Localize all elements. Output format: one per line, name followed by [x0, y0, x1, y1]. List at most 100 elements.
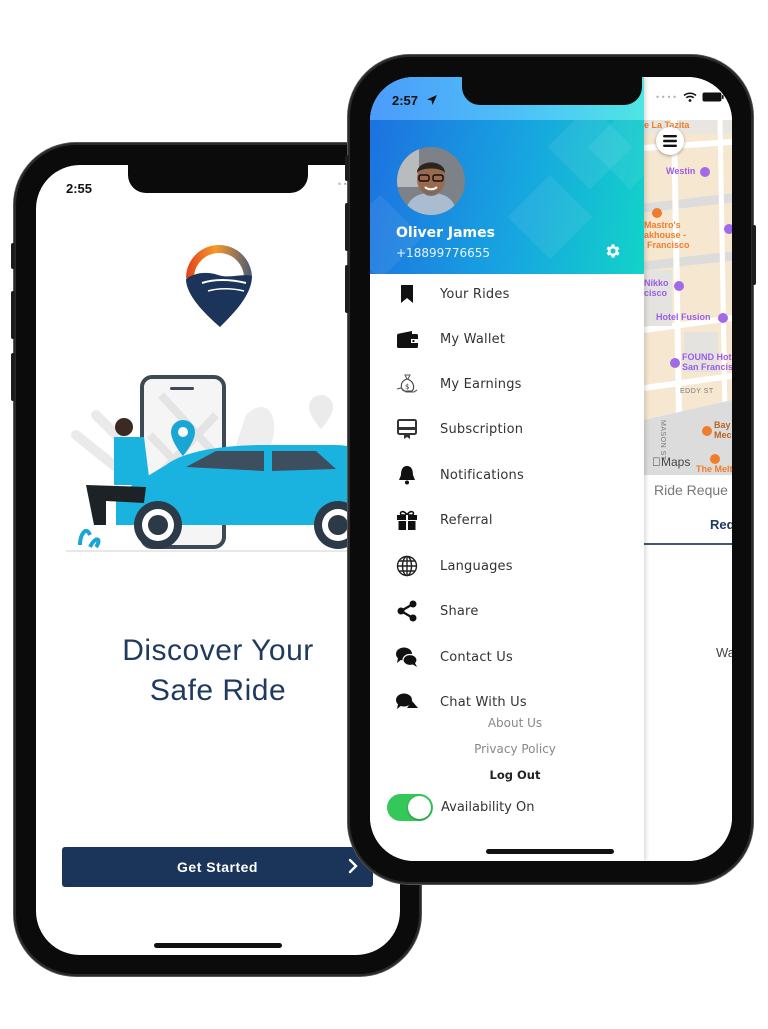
hamburger-icon	[663, 135, 677, 147]
tab-requests[interactable]: Req	[710, 517, 732, 532]
apple-icon: 	[652, 455, 661, 469]
wallet-icon	[395, 327, 419, 351]
about-us-link[interactable]: About Us	[378, 716, 652, 730]
availability-row: Availability On	[387, 794, 534, 821]
headline-line-1: Discover Your	[122, 634, 314, 667]
map-label: Mastro's	[644, 220, 681, 230]
get-started-label: Get Started	[177, 859, 258, 875]
map-label: San Francis	[682, 362, 732, 372]
share-icon	[395, 599, 419, 623]
privacy-policy-link[interactable]: Privacy Policy	[378, 742, 652, 756]
street-label: EDDY ST	[680, 388, 714, 395]
wifi-icon	[683, 92, 697, 102]
tab-indicator	[644, 543, 732, 545]
header-pattern	[507, 174, 593, 260]
map-view[interactable]: •••• e La Tazita Westin Mastro's akhouse…	[644, 77, 732, 861]
map-label: akhouse -	[644, 230, 687, 240]
headline-line-2: Safe Ride	[149, 674, 287, 707]
map-label: Bay	[714, 420, 731, 430]
home-indicator	[154, 943, 282, 948]
volume-down-button	[11, 353, 15, 401]
signal-icon: ••••	[655, 92, 678, 102]
power-button	[752, 225, 756, 285]
driver-screen: •••• e La Tazita Westin Mastro's akhouse…	[370, 77, 732, 861]
mute-switch	[345, 155, 349, 181]
map-label: cisco	[644, 288, 668, 298]
menu-item-languages[interactable]: Languages	[370, 546, 644, 586]
menu-item-label: Share	[440, 603, 479, 619]
hotel-pin-icon[interactable]	[700, 167, 710, 177]
menu-item-notifications[interactable]: Notifications	[370, 455, 644, 495]
user-name: Oliver James	[396, 225, 495, 241]
map-tiles[interactable]: e La Tazita Westin Mastro's akhouse - Fr…	[644, 120, 732, 475]
ride-requests-title: Ride Reque	[654, 482, 728, 498]
menu-item-contact-us[interactable]: Contact Us	[370, 637, 644, 677]
navigation-drawer: 2:57 Oliver James +18899776655 Your Ride…	[370, 77, 644, 861]
drawer-header: 2:57 Oliver James +18899776655	[370, 77, 644, 274]
status-time: 2:57	[392, 93, 419, 108]
hotel-pin-icon[interactable]	[718, 313, 728, 323]
map-label: Westin	[666, 166, 696, 176]
menu-item-my-wallet[interactable]: My Wallet	[370, 319, 644, 359]
volume-up-button	[11, 291, 15, 339]
status-time: 2:55	[66, 181, 93, 196]
status-icons: ••••	[655, 92, 724, 102]
menu-item-subscription[interactable]: Subscription	[370, 409, 644, 449]
menu-item-label: Your Rides	[440, 286, 510, 302]
map-label: Hotel Fusion	[656, 312, 711, 322]
menu-item-label: My Wallet	[440, 331, 506, 347]
volume-up-button	[345, 203, 349, 251]
chevron-right-icon	[348, 858, 358, 874]
log-out-link[interactable]: Log Out	[378, 768, 652, 782]
availability-label: Availability On	[441, 800, 535, 815]
menu-item-label: Chat With Us	[440, 694, 527, 710]
money-bag-icon: $	[395, 372, 419, 396]
notch	[462, 77, 642, 105]
get-started-button[interactable]: Get Started	[62, 847, 373, 887]
volume-down-button	[345, 265, 349, 313]
menu-item-label: Referral	[440, 512, 493, 528]
onboarding-headline: Discover Your Safe Ride	[36, 631, 400, 711]
hotel-pin-icon[interactable]	[670, 358, 680, 368]
globe-icon	[395, 554, 419, 578]
restaurant-pin-icon[interactable]	[710, 454, 720, 464]
education-pin-icon[interactable]	[702, 426, 712, 436]
mute-switch	[11, 243, 15, 269]
hotel-pin-icon[interactable]	[724, 224, 732, 234]
hotel-pin-icon[interactable]	[674, 281, 684, 291]
menu-item-label: Notifications	[440, 467, 524, 483]
driver-app-phone: •••• e La Tazita Westin Mastro's akhouse…	[345, 55, 756, 884]
menu-item-label: My Earnings	[440, 376, 522, 392]
battery-icon	[702, 92, 724, 102]
app-logo-icon	[186, 245, 252, 327]
menu-toggle-button[interactable]	[656, 127, 684, 155]
settings-gear-icon[interactable]	[604, 242, 622, 260]
menu-item-label: Contact Us	[440, 649, 513, 665]
menu-item-referral[interactable]: Referral	[370, 500, 644, 540]
menu-item-label: Subscription	[440, 421, 524, 437]
maps-attribution: Maps	[652, 455, 690, 469]
menu-item-your-rides[interactable]: Your Rides	[370, 274, 644, 314]
map-label: Francisco	[647, 240, 690, 250]
menu-item-label: Languages	[440, 558, 513, 574]
map-label: FOUND Hot	[682, 352, 732, 362]
notch	[128, 165, 308, 193]
location-arrow-icon	[427, 95, 437, 105]
availability-toggle[interactable]	[387, 794, 433, 821]
profile-photo	[397, 147, 465, 215]
chat-bubbles-icon	[395, 645, 419, 669]
toggle-knob	[408, 796, 431, 819]
waiting-message: Wa	[716, 645, 732, 660]
gift-icon	[395, 508, 419, 532]
certificate-icon	[395, 417, 419, 441]
map-label: Nikko	[644, 278, 669, 288]
menu-item-share[interactable]: Share	[370, 591, 644, 631]
bell-icon	[395, 463, 419, 487]
menu-item-my-earnings[interactable]: $ My Earnings	[370, 364, 644, 404]
bookmark-icon	[395, 282, 419, 306]
svg-text:$: $	[405, 383, 409, 391]
restaurant-pin-icon[interactable]	[652, 208, 662, 218]
user-phone: +18899776655	[396, 246, 491, 260]
map-label: Mec	[714, 430, 732, 440]
avatar[interactable]	[397, 147, 465, 215]
